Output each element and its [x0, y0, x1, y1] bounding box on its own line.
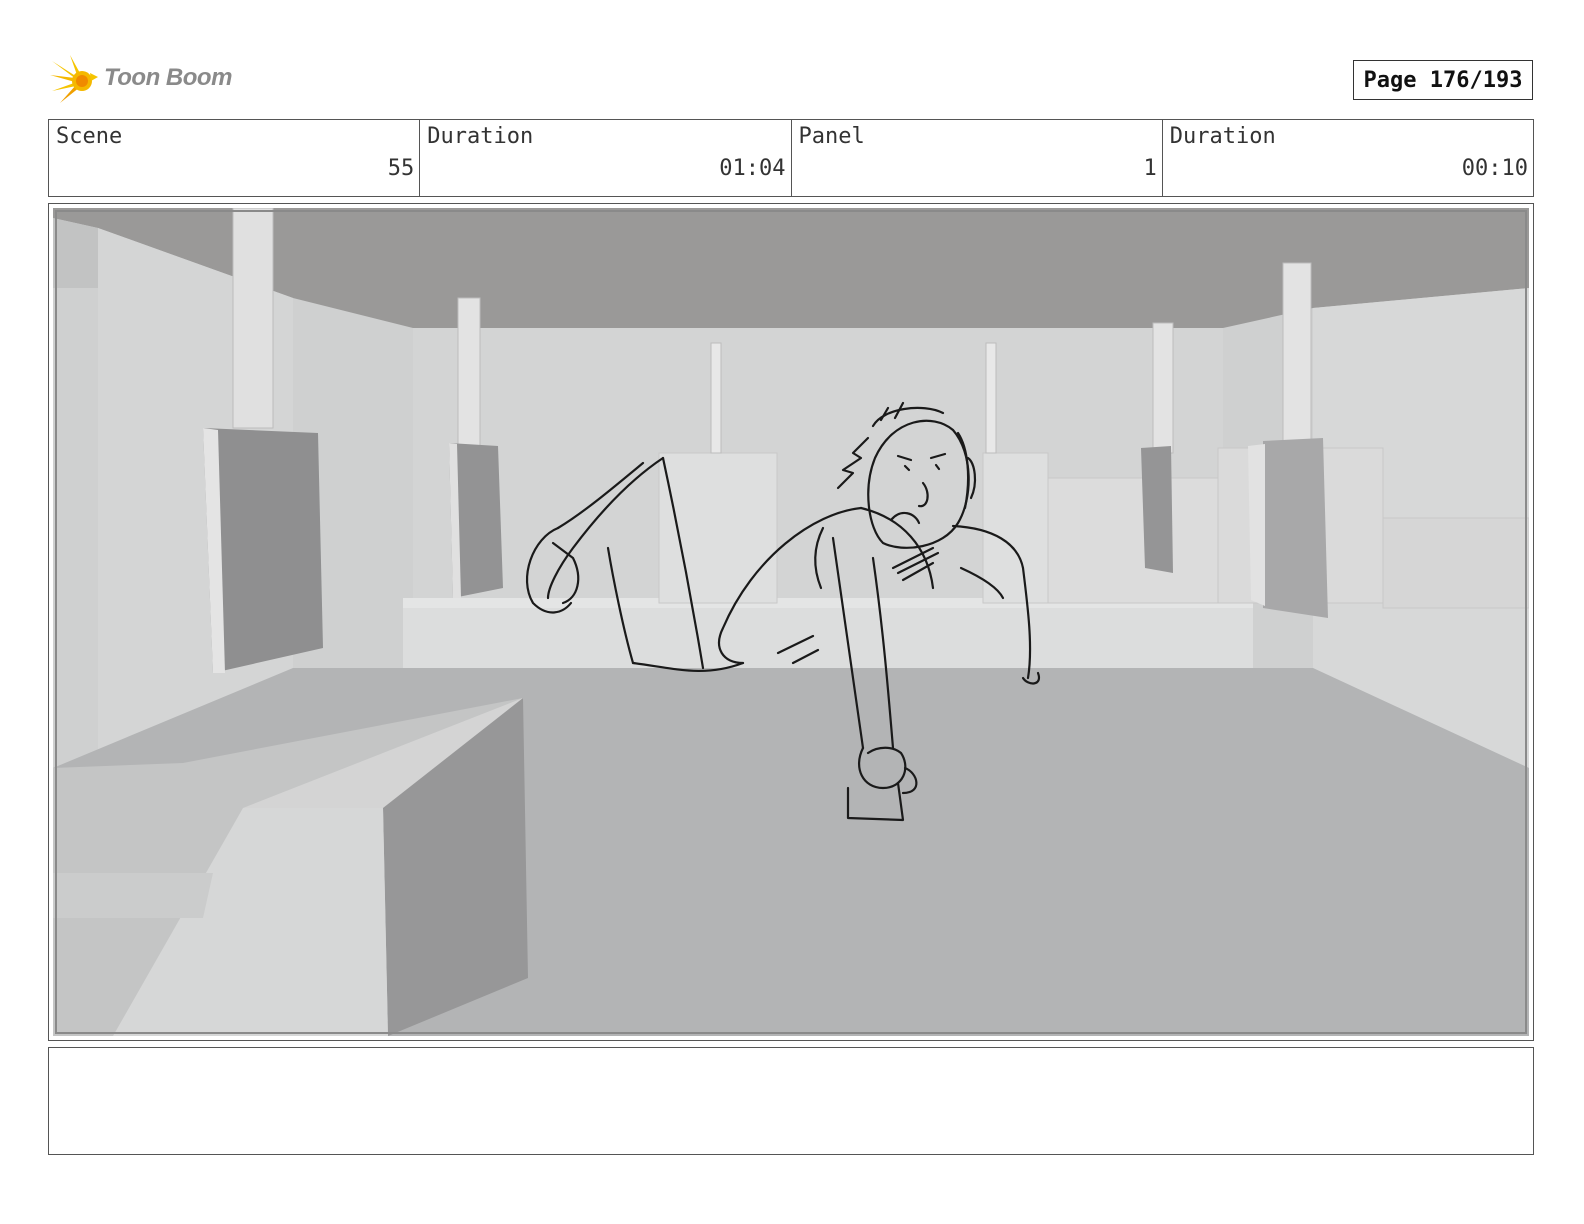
scene-label: Scene — [56, 124, 123, 149]
panel-duration-label: Duration — [1169, 124, 1276, 149]
scene-duration-label: Duration — [427, 124, 534, 149]
panel-notes-box — [48, 1047, 1534, 1155]
panel-label: Panel — [798, 124, 865, 149]
page-indicator: Page 176/193 — [1353, 60, 1533, 100]
panel-duration-cell: Duration 00:10 — [1163, 120, 1533, 196]
panel-duration-value: 00:10 — [1461, 156, 1528, 181]
panel-cell: Panel 1 — [792, 120, 1163, 196]
logo-wordmark: Toon Boom — [104, 64, 232, 91]
panel-value: 1 — [1143, 156, 1157, 181]
scene-duration-value: 01:04 — [719, 156, 786, 181]
scene-duration-cell: Duration 01:04 — [420, 120, 792, 196]
panel-drawing — [53, 208, 1529, 1036]
scene-cell: Scene 55 — [49, 120, 421, 196]
storyboard-panel — [48, 203, 1534, 1041]
scene-value: 55 — [387, 156, 415, 181]
panel-info-table: Scene 55 Duration 01:04 Panel 1 Duration… — [48, 119, 1534, 197]
